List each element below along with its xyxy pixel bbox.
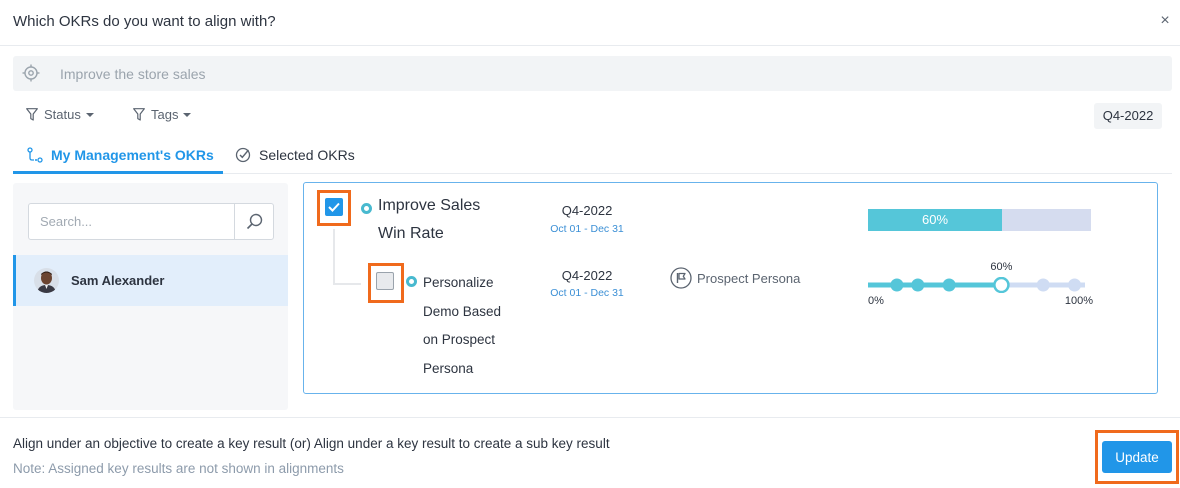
okr-list-panel: Improve Sales Win Rate Q4-2022 Oct 01 - … bbox=[303, 182, 1158, 394]
key-result-title-line: on Prospect bbox=[423, 332, 496, 347]
key-result-title-line: Persona bbox=[423, 360, 474, 376]
objective-title-line: Improve Sales bbox=[378, 197, 481, 214]
modal-title: Which OKRs do you want to align with? bbox=[13, 13, 276, 30]
tags-filter[interactable]: Tags bbox=[133, 107, 192, 122]
okr-search-bar[interactable]: Improve the store sales bbox=[13, 56, 1172, 91]
alignment-help-text: Align under an objective to create a key… bbox=[13, 436, 610, 451]
tab-label: My Management's OKRs bbox=[51, 147, 214, 163]
update-button[interactable]: Update bbox=[1102, 441, 1172, 473]
alignment-note: Note: Assigned key results are not shown… bbox=[13, 461, 344, 476]
user-name: Sam Alexander bbox=[71, 273, 165, 288]
key-result-title[interactable]: Personalize Demo Based on Prospect Perso… bbox=[423, 269, 501, 383]
check-icon bbox=[328, 202, 340, 212]
chevron-down-icon bbox=[183, 113, 192, 117]
key-result-tag-label: Prospect Persona bbox=[697, 271, 801, 286]
user-list-panel: Sam Alexander bbox=[13, 183, 288, 410]
user-search-box bbox=[28, 203, 274, 240]
key-result-title-line: Personalize bbox=[423, 275, 494, 290]
objective-status-dot bbox=[361, 203, 372, 214]
progress-current-marker[interactable] bbox=[993, 277, 1010, 293]
key-result-quarter: Q4-2022 bbox=[561, 268, 613, 283]
progress-step-dot bbox=[1068, 278, 1082, 292]
modal-header: Which OKRs do you want to align with? × bbox=[0, 0, 1180, 46]
status-filter[interactable]: Status bbox=[26, 107, 94, 122]
status-filter-label: Status bbox=[44, 107, 81, 122]
tree-connector bbox=[333, 229, 335, 285]
key-result-progress-track bbox=[868, 277, 1085, 293]
funnel-icon bbox=[133, 108, 145, 121]
quarter-selector[interactable]: Q4-2022 bbox=[1094, 103, 1162, 129]
tab-selected-okrs[interactable]: Selected OKRs bbox=[235, 140, 355, 174]
tree-connector bbox=[333, 283, 361, 285]
objective-checkbox[interactable] bbox=[325, 198, 343, 216]
key-result-progress-label: 60% bbox=[990, 261, 1013, 273]
progress-axis-min: 0% bbox=[868, 295, 884, 307]
tags-filter-label: Tags bbox=[151, 107, 179, 122]
funnel-icon bbox=[26, 108, 38, 121]
user-item-sam-alexander[interactable]: Sam Alexander bbox=[13, 255, 288, 306]
tab-my-managements-okrs[interactable]: My Management's OKRs bbox=[13, 140, 223, 174]
key-result-status-dot bbox=[406, 276, 417, 287]
progress-step-dot bbox=[890, 278, 904, 292]
objective-date-range: Oct 01 - Dec 31 bbox=[550, 223, 624, 235]
objective-title-line: Win Rate bbox=[378, 225, 444, 242]
okr-search-text: Improve the store sales bbox=[60, 66, 206, 82]
progress-step-dot bbox=[942, 278, 956, 292]
progress-step-dot bbox=[1036, 278, 1050, 292]
okr-tabs: My Management's OKRs Selected OKRs bbox=[13, 140, 1172, 174]
hierarchy-icon bbox=[27, 147, 43, 163]
avatar bbox=[34, 268, 59, 293]
target-icon bbox=[22, 64, 40, 82]
tab-label: Selected OKRs bbox=[259, 147, 355, 163]
check-circle-icon bbox=[235, 147, 251, 163]
close-icon[interactable]: × bbox=[1156, 12, 1174, 30]
key-result-tag: Prospect Persona bbox=[670, 267, 800, 289]
progress-axis-max: 100% bbox=[1064, 295, 1093, 307]
user-search-input[interactable] bbox=[29, 204, 234, 239]
modal-footer: Align under an objective to create a key… bbox=[0, 417, 1180, 488]
chevron-down-icon bbox=[85, 113, 94, 117]
progress-step-dot bbox=[911, 278, 925, 292]
flag-badge-icon bbox=[670, 267, 692, 289]
align-okr-modal: Which OKRs do you want to align with? × … bbox=[0, 0, 1180, 488]
objective-progress-label: 60% bbox=[921, 212, 949, 227]
key-result-progress: 60% 0% 100% bbox=[868, 261, 1093, 307]
objective-quarter: Q4-2022 bbox=[561, 203, 613, 218]
objective-progress-bar: 60% bbox=[868, 209, 1091, 231]
key-result-title-line: Demo Based bbox=[423, 303, 502, 319]
user-search-button[interactable] bbox=[234, 204, 273, 239]
objective-title[interactable]: Improve Sales Win Rate bbox=[378, 192, 480, 248]
key-result-date-range: Oct 01 - Dec 31 bbox=[550, 287, 624, 299]
search-icon bbox=[246, 213, 263, 230]
key-result-checkbox[interactable] bbox=[376, 272, 394, 290]
